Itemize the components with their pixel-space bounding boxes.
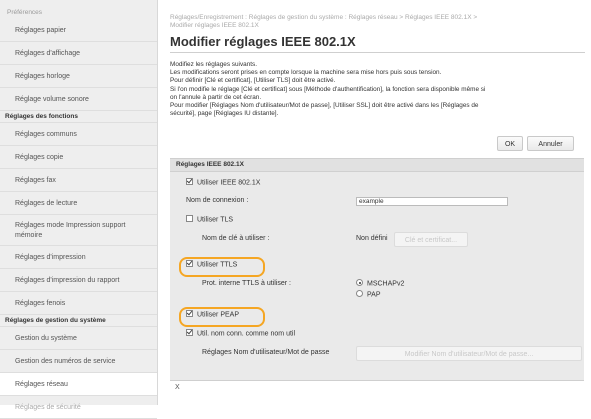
cancel-button[interactable]: Annuler xyxy=(527,136,574,151)
breadcrumb: Réglages/Enregistrement : Réglages de ge… xyxy=(170,14,585,30)
login-name-input[interactable]: example xyxy=(356,197,508,206)
use-tls-checkbox[interactable] xyxy=(186,215,193,222)
key-name-value: Non défini xyxy=(356,235,388,242)
use-tls-row[interactable]: Utiliser TLS xyxy=(186,215,234,224)
user-pass-settings-label: Réglages Nom d'utilisateur/Mot de passe xyxy=(202,349,330,356)
key-cert-button[interactable]: Clé et certificat... xyxy=(394,232,468,247)
use-peap-checkbox[interactable] xyxy=(186,310,193,317)
pap-radio[interactable] xyxy=(356,290,363,297)
use-ieee-row[interactable]: Utiliser IEEE 802.1X xyxy=(186,178,261,187)
sidebar-item-memory-print[interactable]: Réglages mode Impression support mémoire xyxy=(0,215,157,246)
description-line: Les modifications seront prises en compt… xyxy=(170,69,442,77)
description-line: Pour définir [Clé et certificat], [Utili… xyxy=(170,77,336,85)
main-content: Réglages/Enregistrement : Réglages de ge… xyxy=(170,0,585,405)
sidebar-item-paper[interactable]: Réglages papier xyxy=(0,19,157,42)
sidebar-item-system-management[interactable]: Gestion du système xyxy=(0,327,157,350)
sidebar-item-clock[interactable]: Réglages horloge xyxy=(0,65,157,88)
breadcrumb-line-2: Modifier réglages IEEE 802.1X xyxy=(170,22,259,29)
sidebar-item-send[interactable]: Réglages fenois xyxy=(0,292,157,315)
ttls-option-mschapv2[interactable]: MSCHAPv2 xyxy=(356,279,405,288)
sidebar-item-fax[interactable]: Réglages fax xyxy=(0,169,157,192)
login-name-label: Nom de connexion : xyxy=(186,197,249,204)
action-buttons: OK Annuler xyxy=(170,134,583,154)
user-pass-button[interactable]: Modifier Nom d'utilisateur/Mot de passe.… xyxy=(356,346,582,361)
use-login-as-user-label: Util. nom conn. comme nom util xyxy=(197,330,296,338)
page-title: Modifier réglages IEEE 802.1X xyxy=(170,34,356,49)
ttls-protocol-label: Prot. interne TTLS à utiliser : xyxy=(202,280,291,287)
use-login-as-user-checkbox[interactable] xyxy=(186,329,193,336)
use-ttls-checkbox[interactable] xyxy=(186,260,193,267)
sidebar-item-print[interactable]: Réglages d'impression xyxy=(0,246,157,269)
breadcrumb-line-1[interactable]: Réglages/Enregistrement : Réglages de ge… xyxy=(170,14,585,22)
ok-button[interactable]: OK xyxy=(497,136,523,151)
use-tls-label: Utiliser TLS xyxy=(197,216,234,224)
ttls-option-pap[interactable]: PAP xyxy=(356,290,381,299)
use-login-as-user-row[interactable]: Util. nom conn. comme nom util xyxy=(186,329,296,338)
sidebar-item-security[interactable]: Réglages de sécurité xyxy=(0,396,157,419)
sidebar-item-copy[interactable]: Réglages copie xyxy=(0,146,157,169)
sidebar-top-label: Préférences xyxy=(7,9,43,16)
description-line: Si l'on modifie le réglage [Clé et certi… xyxy=(170,85,486,93)
sidebar: Préférences Réglages papier Réglages d'a… xyxy=(0,0,158,419)
sidebar-item-memory-print-label: Réglages mode Impression support mémoire xyxy=(15,222,126,239)
sidebar-item-department-id[interactable]: Gestion des numéros de service xyxy=(0,350,157,373)
page-marker: X xyxy=(175,384,180,391)
sidebar-section-system: Réglages de gestion du système xyxy=(0,315,157,327)
panel-header: Réglages IEEE 802.1X xyxy=(170,159,584,172)
use-ttls-label: Utiliser TTLS xyxy=(197,261,238,269)
description-line: sécurité], page [Réglages IU distante]. xyxy=(170,110,279,118)
use-peap-label: Utiliser PEAP xyxy=(197,311,240,319)
use-ieee-checkbox[interactable] xyxy=(186,178,193,185)
title-divider xyxy=(170,52,585,53)
sidebar-item-network[interactable]: Réglages réseau xyxy=(0,373,157,396)
description: Modifiez les réglages suivants. Les modi… xyxy=(170,61,585,118)
mschapv2-label: MSCHAPv2 xyxy=(367,280,405,288)
ieee-settings-panel: Réglages IEEE 802.1X Utiliser IEEE 802.1… xyxy=(170,158,584,380)
use-ttls-row[interactable]: Utiliser TTLS xyxy=(186,260,238,269)
pap-label: PAP xyxy=(367,291,381,299)
sidebar-item-display[interactable]: Réglages d'affichage xyxy=(0,42,157,65)
key-name-label: Nom de clé à utiliser : xyxy=(202,235,270,242)
sidebar-item-volume[interactable]: Réglage volume sonore xyxy=(0,88,157,111)
use-peap-row[interactable]: Utiliser PEAP xyxy=(186,310,240,319)
sidebar-section-functions: Réglages des fonctions xyxy=(0,111,157,123)
description-line: Pour modifier [Réglages Nom d'utilisateu… xyxy=(170,102,479,110)
use-ieee-label: Utiliser IEEE 802.1X xyxy=(197,179,261,187)
mschapv2-radio[interactable] xyxy=(356,279,363,286)
sidebar-item-common[interactable]: Réglages communs xyxy=(0,123,157,146)
sidebar-item-report-print[interactable]: Réglages d'impression du rapport xyxy=(0,269,157,292)
sidebar-item-scan[interactable]: Réglages de lecture xyxy=(0,192,157,215)
description-line: on l'annule à partir de cet écran. xyxy=(170,93,262,101)
description-line: Modifiez les réglages suivants. xyxy=(170,61,258,68)
bottom-divider xyxy=(170,380,584,381)
